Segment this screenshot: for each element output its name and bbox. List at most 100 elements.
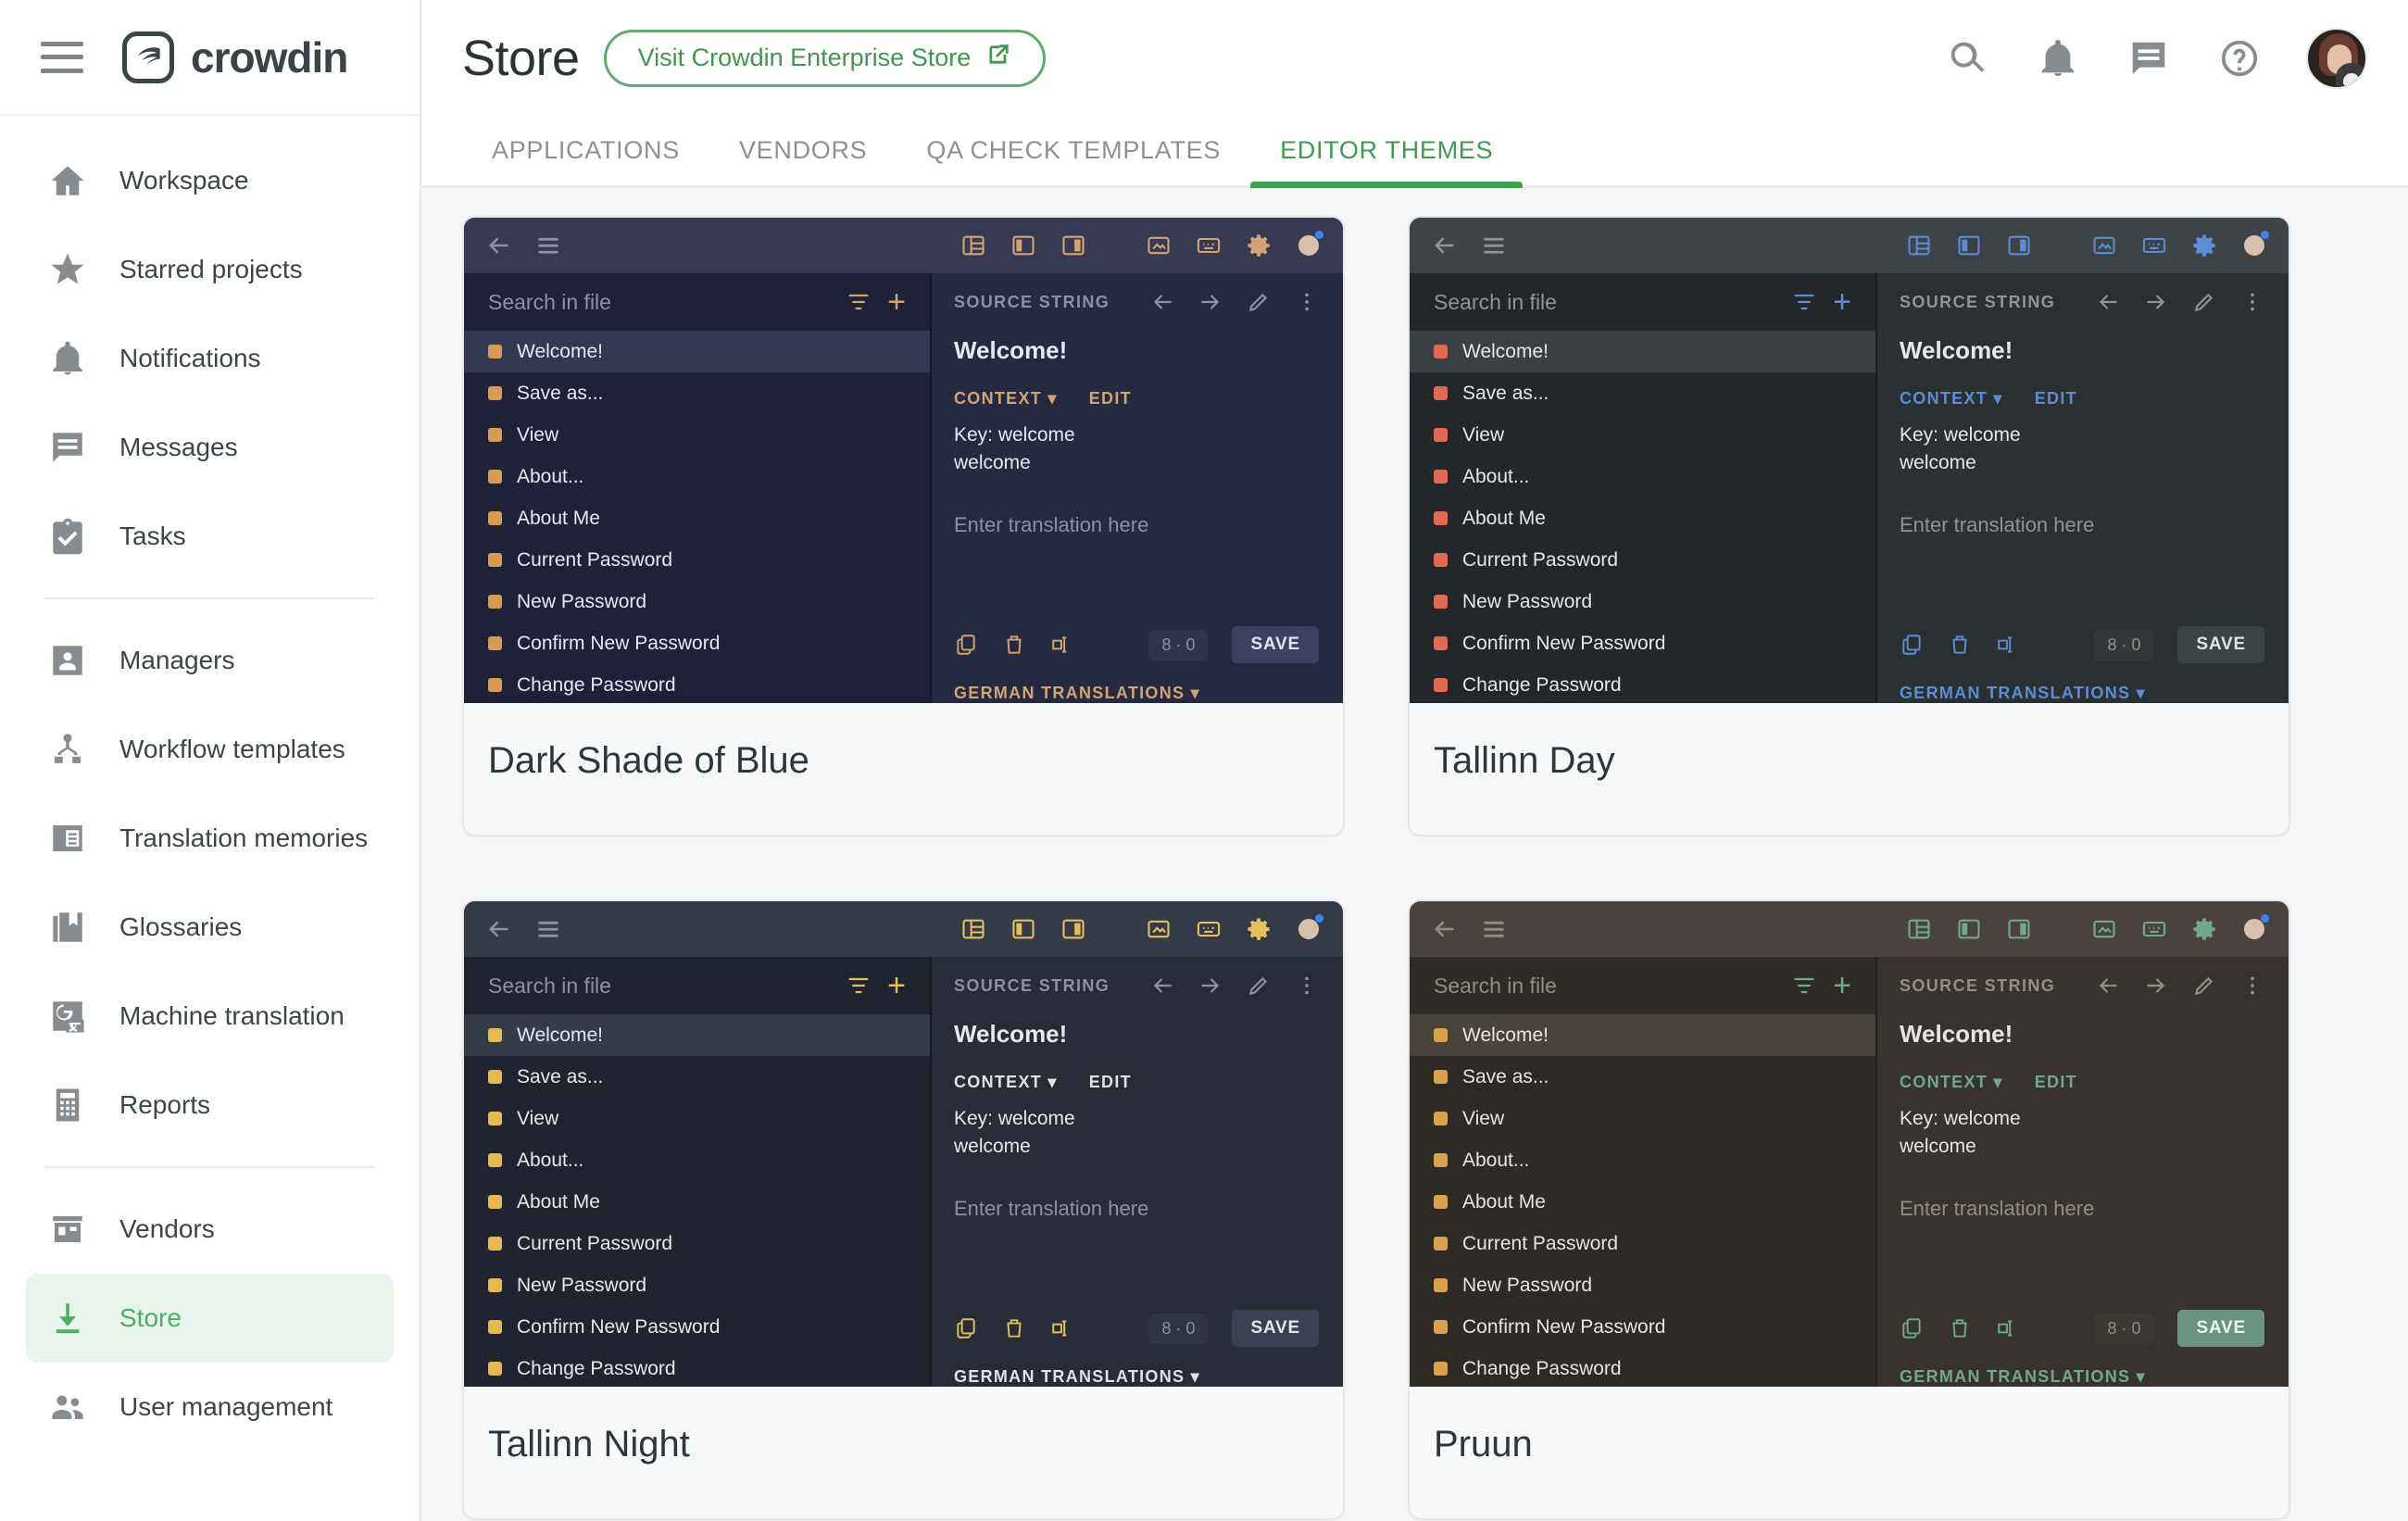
filter-icon[interactable] [845,288,872,316]
plus-icon[interactable]: + [1833,286,1851,318]
filter-icon[interactable] [1790,288,1818,316]
editor-string-row[interactable]: Change Password [464,1348,930,1387]
plus-icon[interactable]: + [887,970,906,1001]
next-string-icon[interactable] [2144,290,2168,314]
more-options-icon[interactable] [1295,290,1319,314]
sidebar-item-notifications[interactable]: Notifications [26,314,394,403]
editor-string-row[interactable]: Save as... [1410,372,1875,414]
translation-input[interactable]: Enter translation here [930,1162,1343,1221]
gear-icon[interactable] [2190,915,2218,943]
hamburger-menu-icon[interactable] [41,41,83,73]
edit-label[interactable]: EDIT [1089,389,1132,409]
sidebar-item-machine-translation[interactable]: Machine translation [26,972,394,1061]
keyboard-icon[interactable] [1195,232,1223,259]
edit-label[interactable]: EDIT [2035,1073,2077,1092]
back-arrow-icon[interactable] [1430,232,1458,259]
editor-string-row[interactable]: Current Password [464,1223,930,1264]
editor-string-row[interactable]: About... [464,456,930,497]
help-icon[interactable] [2215,34,2264,82]
theme-card-tallinn-night[interactable]: Search in file + Welcome! Save as... Vie… [462,899,1345,1520]
edit-label[interactable]: EDIT [1089,1073,1132,1092]
editor-string-row[interactable]: Save as... [1410,1056,1875,1098]
context-label[interactable]: CONTEXT ▾ [1900,389,2003,409]
editor-string-row[interactable]: About Me [1410,1181,1875,1223]
prev-string-icon[interactable] [2096,974,2120,998]
keyboard-icon[interactable] [1195,915,1223,943]
editor-string-row[interactable]: Change Password [464,664,930,703]
editor-string-row[interactable]: View [1410,414,1875,456]
screenshot-icon[interactable] [1145,232,1173,259]
visit-enterprise-store-button[interactable]: Visit Crowdin Enterprise Store [603,29,1047,87]
editor-string-row[interactable]: Change Password [1410,664,1875,703]
gear-icon[interactable] [2190,232,2218,259]
sidebar-item-translation-memories[interactable]: Translation memories [26,794,394,883]
tab-editor-themes[interactable]: EDITOR THEMES [1250,136,1524,188]
editor-string-row[interactable]: About... [1410,1139,1875,1181]
sidebar-item-tasks[interactable]: Tasks [26,492,394,581]
layout-single-icon[interactable] [2005,232,2033,259]
brand[interactable]: crowdin [122,31,348,83]
german-translations-label[interactable]: GERMAN TRANSLATIONS ▾ [1900,1354,2264,1387]
editor-string-row[interactable]: Confirm New Password [1410,1306,1875,1348]
sidebar-item-messages[interactable]: Messages [26,403,394,492]
user-avatar[interactable] [2306,27,2367,89]
insert-placeholder-icon[interactable] [1050,1316,1074,1340]
editor-avatar-icon[interactable] [1295,231,1323,259]
german-translations-label[interactable]: GERMAN TRANSLATIONS ▾ [954,1354,1319,1387]
layout-single-icon[interactable] [1060,232,1087,259]
filter-icon[interactable] [845,972,872,999]
screenshot-icon[interactable] [1145,915,1173,943]
editor-avatar-icon[interactable] [1295,914,1323,943]
editor-string-row[interactable]: Welcome! [464,1014,930,1056]
clear-translation-icon[interactable] [1948,633,1972,657]
copy-source-icon[interactable] [1900,1316,1924,1340]
sidebar-item-managers[interactable]: Managers [26,616,394,705]
editor-string-row[interactable]: Welcome! [1410,331,1875,372]
editor-search-placeholder[interactable]: Search in file [488,290,830,315]
back-arrow-icon[interactable] [484,915,512,943]
filter-icon[interactable] [1790,972,1818,999]
layout-single-icon[interactable] [1060,915,1087,943]
sidebar-item-reports[interactable]: Reports [26,1061,394,1150]
sidebar-item-starred-projects[interactable]: Starred projects [26,225,394,314]
plus-icon[interactable]: + [887,286,906,318]
hamburger-menu-icon[interactable] [534,232,562,259]
theme-card-dark-shade-of-blue[interactable]: Search in file + Welcome! Save as... Vie… [462,216,1345,836]
layout-split-icon[interactable] [959,232,987,259]
editor-string-row[interactable]: View [464,414,930,456]
next-string-icon[interactable] [1198,974,1223,998]
gear-icon[interactable] [1245,232,1273,259]
editor-string-row[interactable]: About Me [464,497,930,539]
editor-string-row[interactable]: New Password [1410,581,1875,622]
german-translations-label[interactable]: GERMAN TRANSLATIONS ▾ [1900,671,2264,703]
editor-string-row[interactable]: Welcome! [1410,1014,1875,1056]
editor-string-row[interactable]: About Me [1410,497,1875,539]
notifications-bell-icon[interactable] [2034,34,2082,82]
editor-string-row[interactable]: Save as... [464,1056,930,1098]
screenshot-icon[interactable] [2090,915,2118,943]
editor-string-row[interactable]: About Me [464,1181,930,1223]
editor-string-row[interactable]: View [1410,1098,1875,1139]
layout-split-icon[interactable] [959,915,987,943]
insert-placeholder-icon[interactable] [1050,633,1074,657]
insert-placeholder-icon[interactable] [1996,1316,2020,1340]
prev-string-icon[interactable] [1150,974,1174,998]
clear-translation-icon[interactable] [1002,1316,1026,1340]
layout-side-icon[interactable] [1010,232,1037,259]
editor-string-row[interactable]: Confirm New Password [1410,622,1875,664]
copy-source-icon[interactable] [1900,633,1924,657]
sidebar-item-workspace[interactable]: Workspace [26,136,394,225]
editor-search-placeholder[interactable]: Search in file [1434,974,1775,999]
layout-side-icon[interactable] [1010,915,1037,943]
translation-input[interactable]: Enter translation here [930,478,1343,537]
next-string-icon[interactable] [2144,974,2168,998]
editor-string-row[interactable]: New Password [464,581,930,622]
layout-split-icon[interactable] [1905,232,1933,259]
editor-string-row[interactable]: About... [464,1139,930,1181]
more-options-icon[interactable] [2240,974,2264,998]
layout-split-icon[interactable] [1905,915,1933,943]
context-label[interactable]: CONTEXT ▾ [954,389,1058,409]
editor-avatar-icon[interactable] [2240,914,2269,943]
theme-card-pruun[interactable]: Search in file + Welcome! Save as... Vie… [1408,899,2290,1520]
tab-qa-check-templates[interactable]: QA CHECK TEMPLATES [897,136,1250,185]
